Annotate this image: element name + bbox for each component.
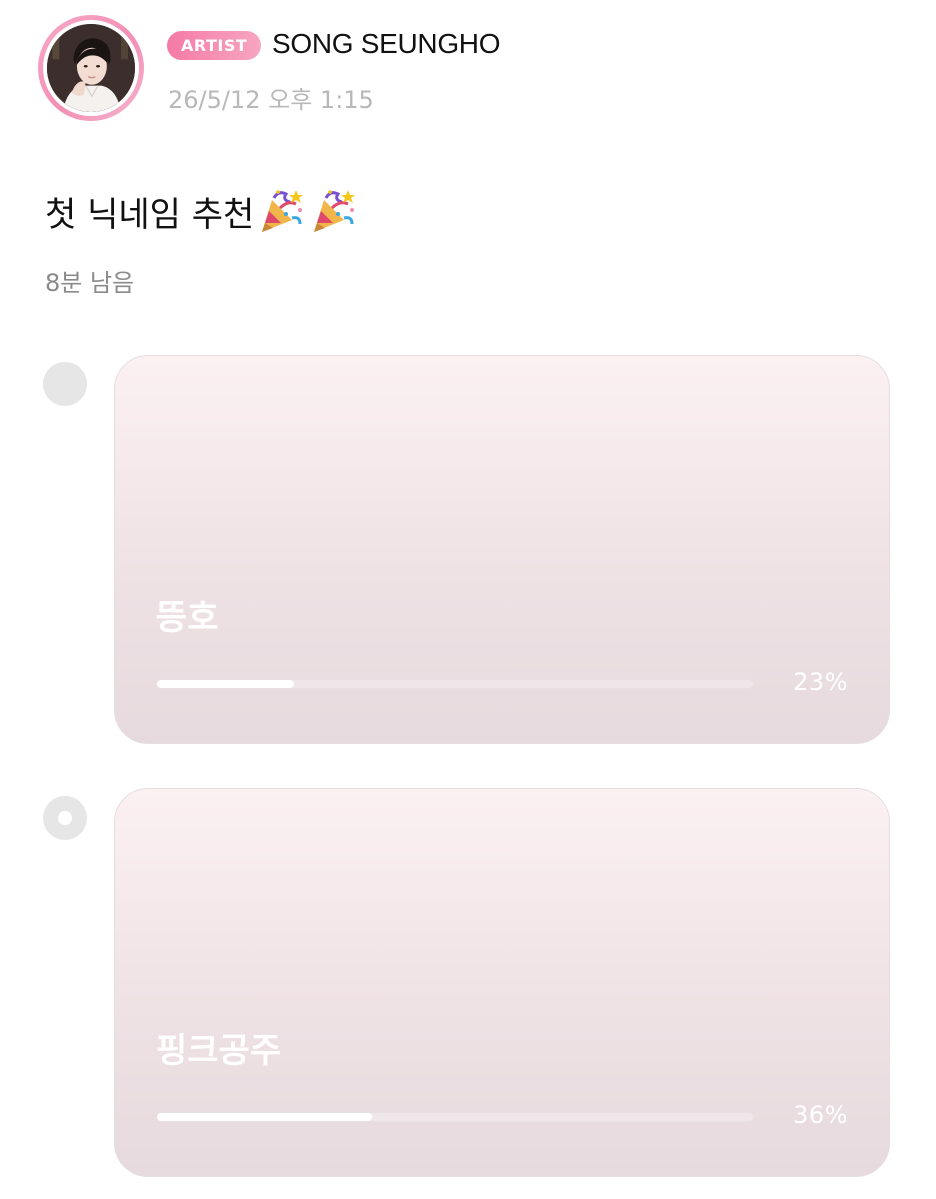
party-popper-icon xyxy=(256,186,306,236)
poll-time-remaining: 8분 남음 xyxy=(45,269,135,297)
poll-option-1[interactable]: 뜽호 23% xyxy=(114,355,890,744)
artist-badge: ARTIST xyxy=(167,31,262,60)
poll-post: ARTIST SONG SEUNGHO 26/5/12 오후 1:15 첫 닉네… xyxy=(0,0,936,1199)
option-percent: 23% xyxy=(793,668,848,696)
poll-option-2[interactable]: 핑크공주 36% xyxy=(114,788,890,1177)
avatar[interactable] xyxy=(38,15,144,121)
avatar-image xyxy=(47,24,135,112)
option-progress-fill xyxy=(157,680,295,688)
option-radio-1[interactable] xyxy=(43,362,87,406)
option-progress-fill xyxy=(157,1113,372,1121)
option-percent: 36% xyxy=(793,1101,848,1129)
option-radio-2[interactable] xyxy=(43,796,87,840)
option-label: 뜽호 xyxy=(156,598,219,638)
option-label: 핑크공주 xyxy=(156,1031,282,1071)
author-name[interactable]: SONG SEUNGHO xyxy=(272,28,501,60)
avatar-photo xyxy=(47,24,135,112)
option-progress-bar xyxy=(156,1112,754,1122)
poll-title: 첫 닉네임 추천 xyxy=(45,186,358,236)
avatar-border xyxy=(43,20,139,116)
poll-title-text: 첫 닉네임 추천 xyxy=(45,194,255,235)
party-popper-icon xyxy=(308,186,358,236)
post-timestamp: 26/5/12 오후 1:15 xyxy=(168,86,374,114)
option-progress-bar xyxy=(156,679,754,689)
